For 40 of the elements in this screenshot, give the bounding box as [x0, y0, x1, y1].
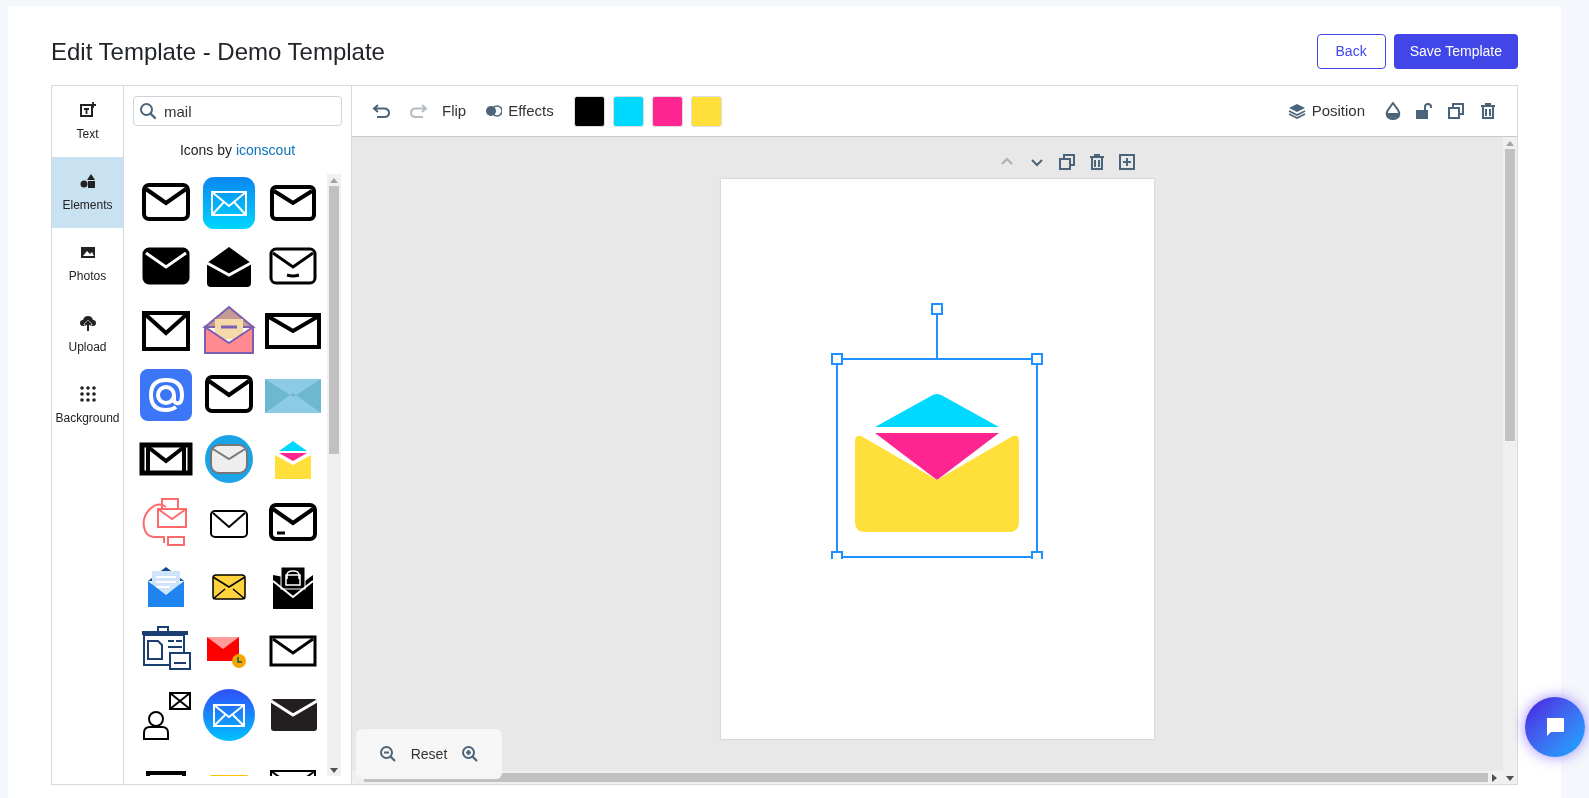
trash-icon[interactable] — [1479, 102, 1497, 120]
dots-grid-icon — [78, 384, 97, 403]
chat-icon — [1544, 716, 1566, 738]
scroll-down-icon[interactable] — [1506, 775, 1514, 781]
scrollbar[interactable] — [352, 771, 1503, 784]
layers-icon — [1287, 103, 1306, 119]
color-swatch[interactable] — [573, 95, 605, 127]
sidebar-item[interactable]: Elements — [52, 157, 123, 228]
back-button[interactable]: Back — [1316, 34, 1386, 69]
color-swatch[interactable] — [651, 95, 683, 127]
trash-icon[interactable] — [1088, 153, 1106, 171]
cloud-upload-icon — [78, 313, 97, 332]
effects-button[interactable]: Effects — [486, 99, 554, 123]
credit-text: Icons by iconscout — [179, 140, 296, 160]
effects-icon — [486, 104, 503, 118]
position-button[interactable]: Position — [1287, 99, 1365, 123]
flip-button[interactable]: Flip — [442, 99, 467, 123]
scrollbar[interactable] — [327, 174, 341, 776]
at-sign-icon[interactable] — [137, 366, 194, 423]
undo-icon[interactable] — [372, 101, 392, 121]
scrollbar[interactable] — [1503, 137, 1517, 784]
color-swatch[interactable] — [690, 95, 722, 127]
add-page-icon[interactable] — [1118, 153, 1136, 171]
chat-button[interactable] — [1525, 697, 1585, 757]
zoom-in-icon[interactable] — [461, 745, 480, 763]
duplicate-icon[interactable] — [1058, 153, 1076, 171]
opacity-drop-icon[interactable] — [1385, 102, 1401, 120]
reset-button[interactable]: Reset — [410, 743, 448, 765]
zoom-out-icon[interactable] — [378, 745, 397, 763]
scroll-down-icon[interactable] — [330, 767, 338, 773]
scroll-right-icon[interactable] — [1492, 773, 1497, 782]
search-icon — [139, 102, 157, 120]
text-add-icon — [78, 100, 97, 119]
search-field[interactable]: mail — [133, 96, 342, 126]
unlock-icon[interactable] — [1415, 102, 1433, 120]
iconscout-link[interactable]: iconscout — [235, 141, 296, 158]
color-swatch[interactable] — [612, 95, 644, 127]
page-title: Edit Template - Demo Template — [51, 36, 385, 67]
duplicate-icon[interactable] — [1447, 102, 1465, 120]
save-button[interactable]: Save Template — [1393, 34, 1518, 69]
